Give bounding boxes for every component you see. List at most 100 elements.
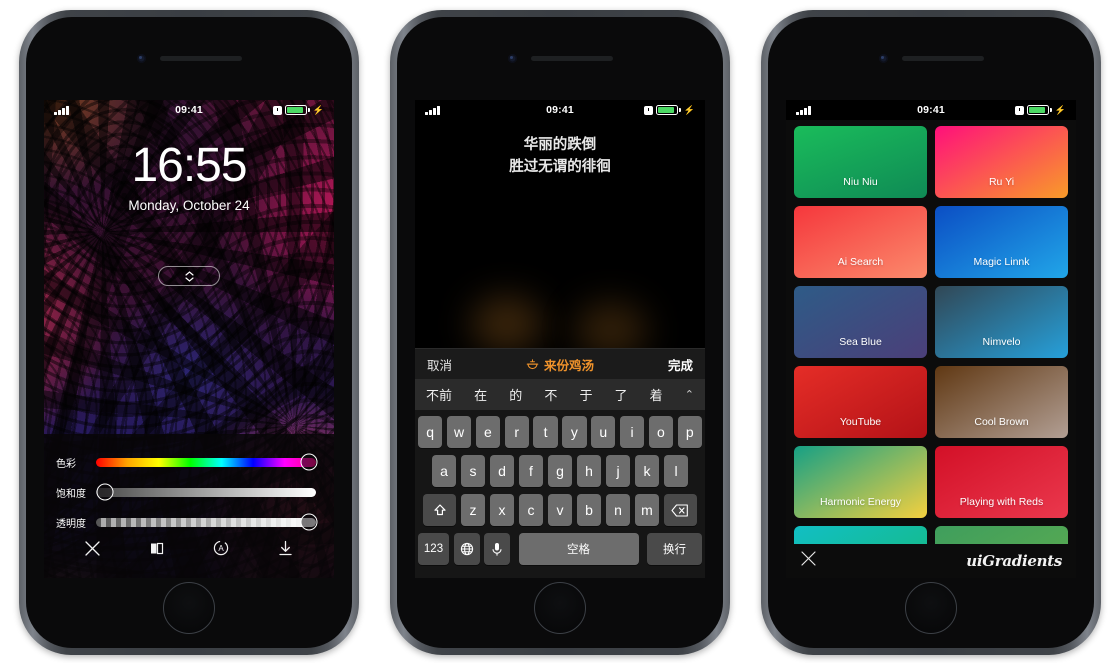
opacity-slider-knob[interactable] [300, 513, 318, 531]
hue-slider[interactable] [96, 453, 318, 471]
home-button[interactable] [534, 582, 586, 634]
screen-lockscreen: 09:41 ⚡ 16:55 Monday, October 24 色彩 饱和度 … [44, 100, 334, 578]
random-quote-button[interactable]: 来份鸡汤 [452, 355, 668, 374]
key-f[interactable]: f [518, 455, 544, 487]
lockscreen-clock-block: 16:55 Monday, October 24 [44, 142, 334, 214]
gradient-card[interactable]: Nimvelo [935, 286, 1068, 358]
backspace-icon [671, 503, 689, 517]
key-j[interactable]: j [605, 455, 631, 487]
editor-action-bar: 取消 来份鸡汤 完成 [415, 348, 705, 379]
key-p[interactable]: p [677, 416, 702, 448]
key-r[interactable]: r [504, 416, 529, 448]
quote-text[interactable]: 华丽的跌倒 胜过无谓的徘徊 [415, 134, 705, 179]
key-g[interactable]: g [547, 455, 573, 487]
expand-predictions-icon[interactable]: ⌃ [685, 388, 694, 401]
gradient-card[interactable]: Sea Blue [794, 286, 927, 358]
key-h[interactable]: h [576, 455, 602, 487]
keyboard-row-1: q w e r t y u i o p [418, 416, 702, 448]
gradient-card-label: Ru Yi [988, 176, 1015, 188]
editor-canvas: 华丽的跌倒 胜过无谓的徘徊 取消 来份鸡汤 完成 不前 在 的 不 于 了 着 … [415, 120, 705, 578]
close-icon[interactable] [84, 540, 101, 562]
key-q[interactable]: q [418, 416, 443, 448]
keyboard-row-3: z x c v b n m [418, 494, 702, 526]
key-n[interactable]: n [605, 494, 631, 526]
key-k[interactable]: k [634, 455, 660, 487]
space-key[interactable]: 空格 [518, 533, 639, 565]
key-u[interactable]: u [591, 416, 616, 448]
shift-key[interactable] [423, 494, 457, 526]
phone-sensor-row [26, 53, 352, 63]
opacity-slider-row[interactable]: 透明度 [56, 507, 322, 537]
gradient-card[interactable]: Magic Linnk [935, 206, 1068, 278]
key-c[interactable]: c [518, 494, 544, 526]
gradient-card[interactable] [794, 526, 927, 544]
gradient-card[interactable]: Ru Yi [935, 126, 1068, 198]
gradient-card[interactable]: Ai Search [794, 206, 927, 278]
hue-slider-row[interactable]: 色彩 [56, 447, 322, 477]
key-y[interactable]: y [562, 416, 587, 448]
prediction-item[interactable]: 了 [615, 385, 628, 404]
editor-toolbar: A [44, 539, 334, 562]
keyboard-row-4: 123 空格 换行 [418, 533, 702, 565]
prediction-item[interactable]: 不 [544, 385, 557, 404]
opacity-slider[interactable] [96, 513, 318, 531]
prediction-item[interactable]: 在 [474, 385, 487, 404]
phone-body: 09:41 ⚡ 华丽的跌倒 胜过无谓的徘徊 取消 来份鸡汤 完成 不前 在 的 … [397, 17, 723, 648]
key-l[interactable]: l [663, 455, 689, 487]
globe-key[interactable] [453, 533, 480, 565]
key-d[interactable]: d [489, 455, 515, 487]
saturation-slider-knob[interactable] [96, 483, 114, 501]
shift-icon [434, 504, 446, 516]
key-i[interactable]: i [619, 416, 645, 448]
hue-slider-knob[interactable] [300, 453, 318, 471]
status-bar: 09:41 ⚡ [415, 100, 705, 120]
close-icon[interactable] [800, 550, 817, 572]
prediction-item[interactable]: 不前 [426, 385, 452, 404]
gradient-card[interactable] [935, 526, 1068, 544]
gradient-card[interactable]: Harmonic Energy [794, 446, 927, 518]
compare-icon[interactable] [148, 540, 165, 562]
uigradients-brand: uiGradients [966, 552, 1062, 570]
gradient-bottom-bar: uiGradients [786, 544, 1076, 578]
key-b[interactable]: b [576, 494, 602, 526]
key-a[interactable]: a [431, 455, 457, 487]
key-w[interactable]: w [446, 416, 472, 448]
prediction-item[interactable]: 的 [509, 385, 522, 404]
gradient-card[interactable]: Niu Niu [794, 126, 927, 198]
key-e[interactable]: e [475, 416, 501, 448]
prediction-item[interactable]: 着 [650, 385, 663, 404]
glow-blob-left [471, 296, 543, 352]
cancel-button[interactable]: 取消 [427, 355, 452, 374]
gradient-card[interactable]: Cool Brown [935, 366, 1068, 438]
gradient-grid-scroll[interactable]: Niu Niu Ru Yi Ai Search Magic Linnk Sea Blue… [786, 120, 1076, 544]
saturation-slider[interactable] [96, 483, 316, 501]
key-o[interactable]: o [648, 416, 674, 448]
auto-icon[interactable]: A [212, 539, 230, 562]
gradient-card-label: Cool Brown [974, 416, 1029, 428]
home-button[interactable] [163, 582, 215, 634]
gradient-card[interactable]: YouTube [794, 366, 927, 438]
key-x[interactable]: x [489, 494, 515, 526]
key-t[interactable]: t [533, 416, 558, 448]
home-button[interactable] [905, 582, 957, 634]
saturation-slider-row[interactable]: 饱和度 [56, 477, 322, 507]
delete-key[interactable] [663, 494, 697, 526]
done-button[interactable]: 完成 [668, 355, 693, 374]
numbers-key[interactable]: 123 [418, 533, 449, 565]
status-time: 09:41 [175, 104, 203, 116]
key-z[interactable]: z [460, 494, 486, 526]
enter-key[interactable]: 换行 [647, 533, 702, 565]
download-icon[interactable] [277, 540, 294, 562]
mic-key[interactable] [484, 533, 510, 565]
key-m[interactable]: m [634, 494, 660, 526]
phone-device-gradients: 09:41 ⚡ Niu Niu Ru Yi Ai Search Magic Linnk… [761, 10, 1101, 655]
earpiece-speaker [159, 55, 242, 61]
key-v[interactable]: v [547, 494, 573, 526]
gradient-card[interactable]: Playing with Reds [935, 446, 1068, 518]
earpiece-speaker [901, 55, 984, 61]
prediction-item[interactable]: 于 [579, 385, 592, 404]
chevron-up-down-icon [184, 270, 194, 282]
wallpaper-depth-handle[interactable] [158, 266, 220, 286]
key-s[interactable]: s [460, 455, 486, 487]
front-camera-icon [136, 53, 146, 63]
